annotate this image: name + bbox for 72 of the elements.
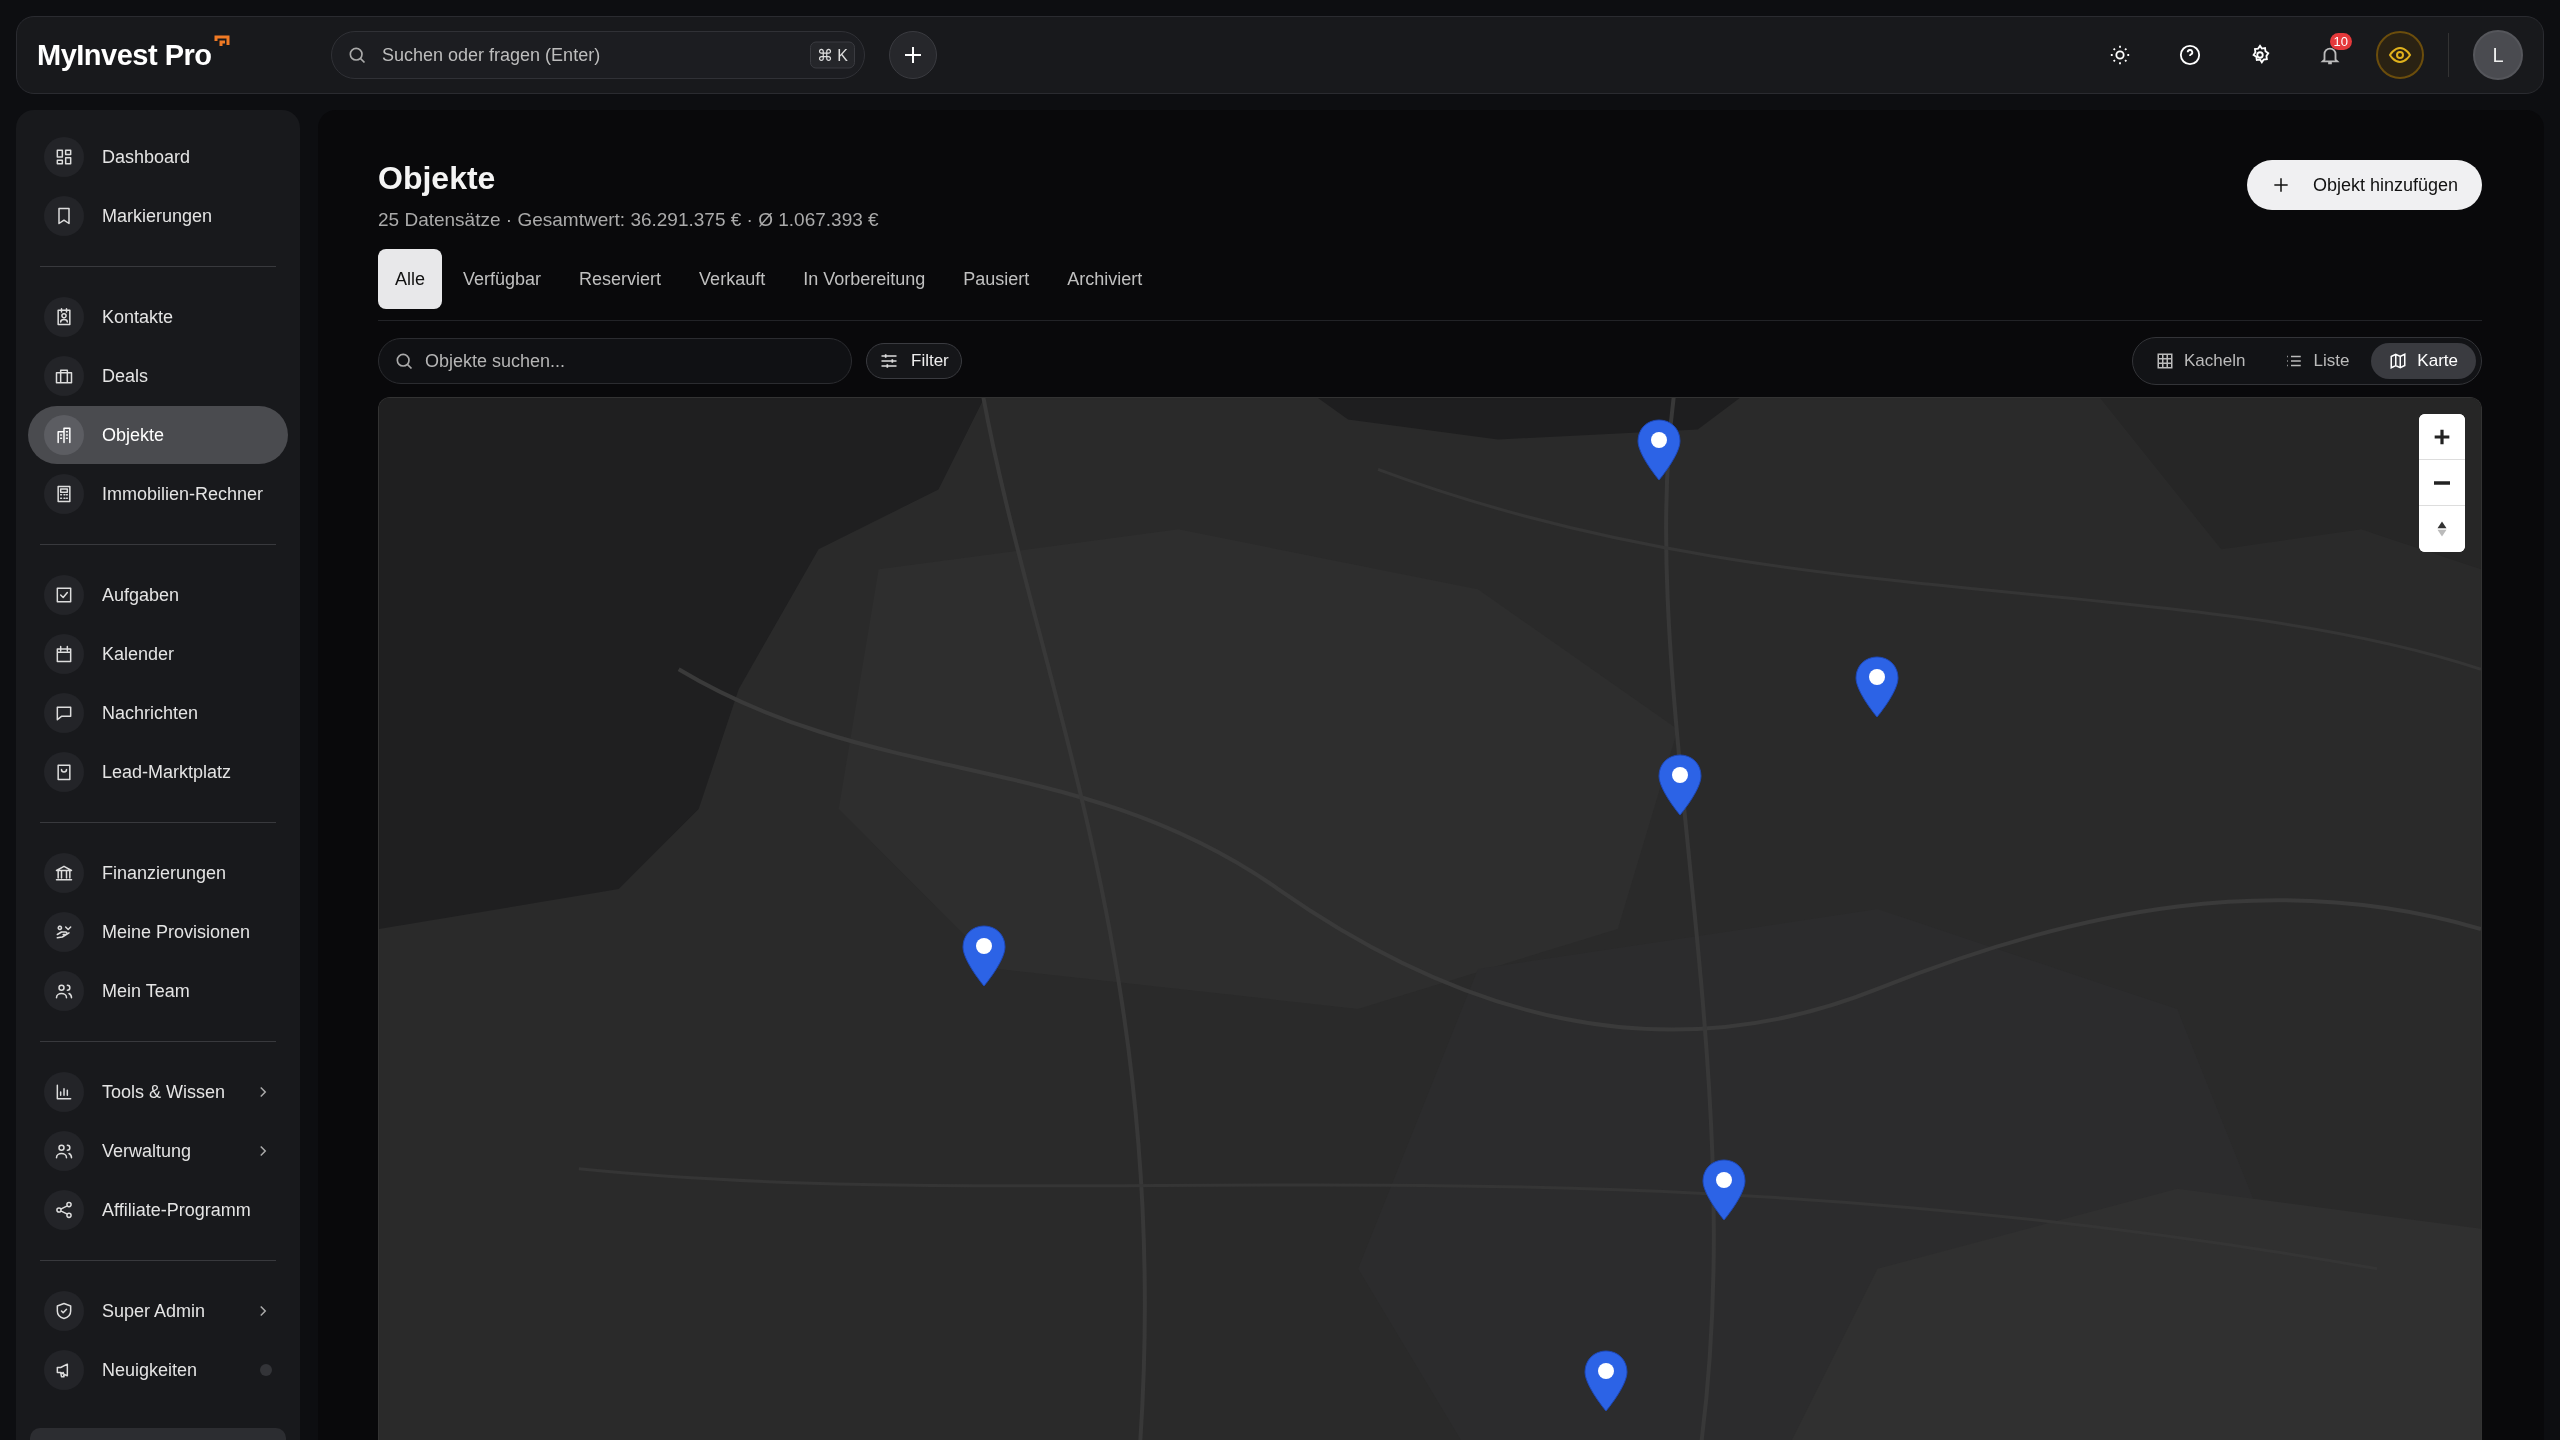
sidebar-item[interactable]: Affiliate-Programm	[28, 1181, 288, 1239]
sidebar-item[interactable]: Nachrichten	[28, 684, 288, 742]
sidebar-item[interactable]: Tools & Wissen	[28, 1063, 288, 1121]
bookmark-icon	[44, 196, 84, 236]
view-option[interactable]: Liste	[2267, 343, 2368, 379]
status-tab[interactable]: Archiviert	[1050, 249, 1160, 309]
filter-button[interactable]: Filter	[866, 343, 962, 379]
status-tab[interactable]: Pausiert	[946, 249, 1047, 309]
notification-count: 10	[2329, 33, 2352, 50]
dashboard-icon	[44, 137, 84, 177]
sidebar-item[interactable]: Immobilien-Rechner	[28, 465, 288, 523]
minus-icon	[2434, 480, 2450, 485]
checkbox-icon	[44, 575, 84, 615]
sidebar-item[interactable]: Mein Team	[28, 962, 288, 1020]
zoom-in-button[interactable]	[2419, 414, 2465, 460]
briefcase-icon	[44, 356, 84, 396]
object-search-field[interactable]: Objekte suchen...	[378, 338, 852, 384]
sidebar-item[interactable]: Finanzierungen	[28, 844, 288, 902]
map-pin-icon[interactable]	[1637, 419, 1681, 481]
sidebar-item[interactable]: Lead-Marktplatz	[28, 743, 288, 801]
status-tab[interactable]: Alle	[378, 249, 442, 309]
sidebar-item[interactable]: Objekte	[28, 406, 288, 464]
status-tab[interactable]: Verfügbar	[446, 249, 559, 309]
add-button[interactable]	[889, 31, 937, 79]
sidebar-item[interactable]: Meine Provisionen	[28, 903, 288, 961]
map-pin-icon[interactable]	[962, 925, 1006, 987]
sidebar-item[interactable]: Markierungen	[28, 187, 288, 245]
users-icon	[44, 1131, 84, 1171]
building-icon	[44, 415, 84, 455]
visibility-button[interactable]	[2376, 31, 2424, 79]
contact-card-icon	[44, 297, 84, 337]
grid-icon	[2156, 352, 2174, 370]
sidebar-item[interactable]: Dashboard	[28, 128, 288, 186]
hand-icon	[44, 912, 84, 952]
calculator-icon	[44, 474, 84, 514]
sidebar-item[interactable]: Kontakte	[28, 288, 288, 346]
map-pin-icon[interactable]	[1658, 754, 1702, 816]
sidebar-item[interactable]: Kalender	[28, 625, 288, 683]
add-object-button[interactable]: Objekt hinzufügen	[2246, 160, 2482, 210]
map-pin-icon[interactable]	[1855, 656, 1899, 718]
status-tab[interactable]: Reserviert	[562, 249, 679, 309]
sidebar-item[interactable]: Aufgaben	[28, 566, 288, 624]
shield-icon	[44, 1291, 84, 1331]
bank-icon	[44, 853, 84, 893]
notifications-button[interactable]: 10	[2308, 33, 2352, 77]
map-pin-icon[interactable]	[1584, 1350, 1628, 1412]
megaphone-icon	[44, 1350, 84, 1390]
sidebar-item[interactable]: Neuigkeiten	[28, 1341, 288, 1399]
sidebar-item[interactable]: Super Admin	[28, 1282, 288, 1340]
map-pin-icon[interactable]	[1702, 1159, 1746, 1221]
chat-icon	[44, 693, 84, 733]
team-icon	[44, 971, 84, 1011]
shopping-bag-icon	[44, 752, 84, 792]
summary-text: 25 Datensätze · Gesamtwert: 36.291.375 € · Ø 1.067.393 €	[378, 209, 879, 231]
view-option[interactable]: Kacheln	[2138, 343, 2264, 379]
logo-text: MyInvest Pro	[37, 38, 212, 72]
sidebar-item[interactable]: Deals	[28, 347, 288, 405]
sun-icon	[2109, 44, 2131, 66]
view-option[interactable]: Karte	[2371, 343, 2476, 379]
status-tab[interactable]: In Vorbereitung	[786, 249, 943, 309]
calendar-icon	[44, 634, 84, 674]
share-icon	[44, 1190, 84, 1230]
sliders-icon	[879, 351, 899, 371]
sidebar-item[interactable]: Verwaltung	[28, 1122, 288, 1180]
help-icon	[2179, 44, 2201, 66]
bar-chart-icon	[44, 1072, 84, 1112]
status-dot	[260, 1364, 272, 1376]
shortcut-key: ⌘ K	[809, 41, 855, 69]
user-avatar[interactable]: L	[2473, 30, 2523, 80]
status-tab[interactable]: Verkauft	[682, 249, 783, 309]
map-icon	[2389, 352, 2408, 370]
page-title: Objekte	[378, 160, 497, 197]
